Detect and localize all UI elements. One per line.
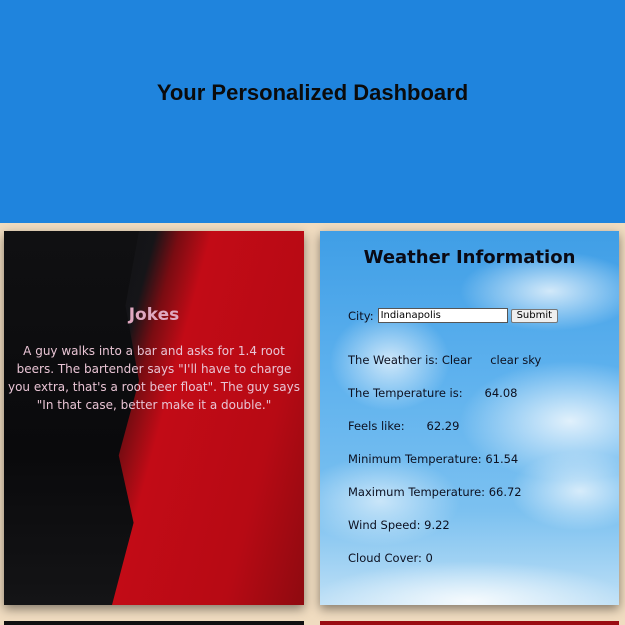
- cloud-cover: Cloud Cover: 0: [348, 551, 433, 565]
- weather-condition: The Weather is: Clear clear sky: [348, 353, 542, 367]
- jokes-card: Jokes A guy walks into a bar and asks fo…: [4, 231, 304, 605]
- city-input[interactable]: [377, 308, 508, 323]
- wind-speed: Wind Speed: 9.22: [348, 518, 450, 532]
- city-form: City: Submit: [348, 308, 559, 323]
- next-card-edge-right: [320, 621, 619, 625]
- min-temperature: Minimum Temperature: 61.54: [348, 452, 519, 466]
- submit-button[interactable]: Submit: [510, 308, 559, 323]
- feels-like: Feels like: 62.29: [348, 419, 460, 433]
- jokes-title: Jokes: [128, 305, 180, 325]
- jokes-background: [4, 231, 139, 605]
- weather-title: Weather Information: [363, 247, 576, 268]
- weather-card: Weather Information City: Submit The Wea…: [320, 231, 619, 605]
- next-card-edge-left: [4, 621, 304, 625]
- temperature: The Temperature is: 64.08: [348, 386, 518, 400]
- max-temperature: Maximum Temperature: 66.72: [348, 485, 522, 499]
- joke-text: A guy walks into a bar and asks for 1.4 …: [7, 344, 300, 412]
- page-title: Your Personalized Dashboard: [156, 79, 469, 105]
- city-label: City:: [348, 308, 374, 323]
- dashboard-header: Your Personalized Dashboard: [0, 0, 625, 223]
